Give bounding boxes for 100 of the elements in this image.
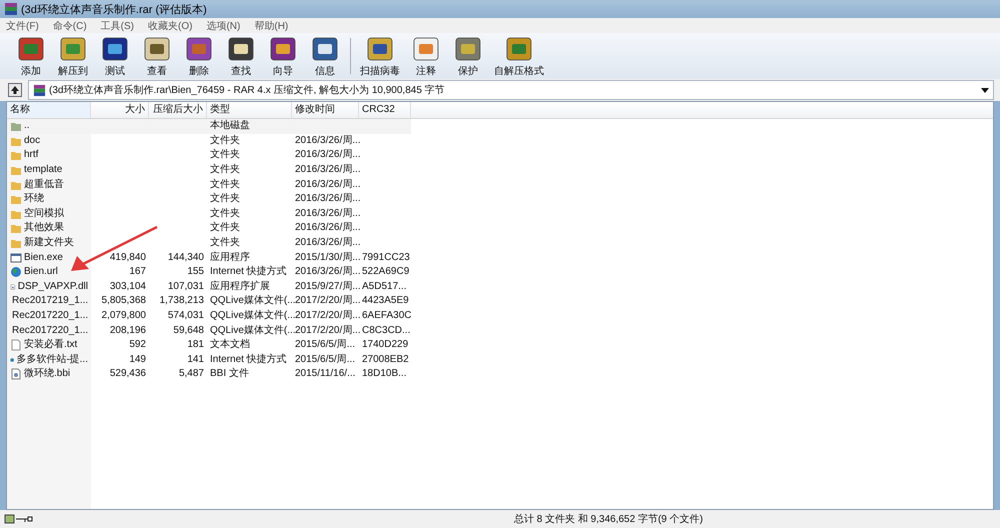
folder-icon — [10, 120, 22, 132]
globe-icon — [10, 266, 22, 278]
table-cell-text: 应用程序扩展 — [209, 280, 271, 294]
table-cell: 安装必看.txt — [7, 338, 91, 352]
toolbar-button[interactable]: 保护 — [449, 34, 487, 78]
table-cell: .. — [7, 119, 91, 134]
table-cell-text: 529,436 — [108, 367, 147, 382]
folder-icon — [10, 149, 22, 162]
toolbar-button[interactable]: 查找 — [222, 34, 260, 78]
table-cell-text: 文件夹 — [209, 192, 241, 206]
table-cell-text: 592 — [128, 338, 147, 352]
window-title: (3d环绕立体声音乐制作.rar (评估版本) — [21, 2, 207, 16]
table-cell: 微环绕.bbi — [7, 367, 91, 382]
table-cell-text: 1740D229 — [361, 338, 410, 352]
table-cell-text: 59,648 — [172, 324, 205, 338]
table-cell-text: 27008EB2 — [361, 352, 410, 367]
dropdown-icon — [981, 88, 989, 92]
menu-item[interactable]: 工具(S) — [100, 18, 134, 32]
path-field[interactable]: (3d环绕立体声音乐制作.rar\Bien_76459 - RAR 4.x 压缩文件, 解包大小为 10,900,845 字节 — [28, 80, 994, 100]
table-cell: 环绕 — [7, 192, 91, 207]
table-cell-text: 522A69C9 — [361, 265, 410, 280]
menu-item[interactable]: 帮助(H) — [254, 18, 288, 32]
menu-item[interactable]: 命令(C) — [52, 18, 87, 32]
table-cell-text: 本地磁盘 — [209, 119, 251, 134]
table-cell-text: 149 — [128, 352, 147, 367]
archive-icon — [4, 2, 18, 16]
table-cell-text: Rec2017220_1... — [11, 309, 90, 324]
table-cell-text: 303,104 — [108, 280, 147, 294]
table-cell-text: 2016/3/26/周... — [294, 236, 359, 250]
table-cell-text: 2016/3/26/周... — [294, 221, 359, 236]
table-cell-text: 文件夹 — [209, 162, 241, 178]
folder-icon — [10, 193, 22, 206]
table-cell-text: 文件夹 — [209, 206, 241, 221]
table-cell-text: 155 — [186, 265, 205, 280]
table-cell-text: 2016/3/26/周... — [294, 163, 359, 178]
menu-item[interactable]: 文件(F) — [6, 18, 39, 32]
toolbar-button[interactable]: 查看 — [138, 34, 176, 78]
file-icon — [10, 368, 22, 380]
table-cell-text: 1,738,213 — [158, 294, 205, 308]
toolbar-button[interactable]: 测试 — [96, 34, 134, 78]
column-header[interactable]: 修改时间 — [292, 102, 359, 118]
table-cell-text: 6AEFA30C — [361, 309, 411, 324]
table-cell: 多多软件站-提... — [7, 352, 91, 368]
table-cell: DSP_VAPXP.dll — [7, 280, 91, 294]
table-cell: 新建文件夹 — [7, 236, 91, 250]
column-header[interactable]: 类型 — [207, 102, 292, 118]
file-icon — [10, 339, 22, 352]
folder-icon — [10, 164, 22, 176]
table-cell-text: 2016/3/26/周... — [294, 148, 359, 162]
column-header[interactable]: 压缩后大小 — [149, 102, 207, 118]
up-folder-button[interactable] — [8, 83, 22, 97]
table-cell: doc — [7, 134, 91, 148]
table-cell-text: 文件夹 — [209, 134, 241, 148]
table-cell-text: 2016/3/26/周... — [294, 134, 359, 148]
toolbar-button[interactable]: 向导 — [264, 34, 302, 78]
archive-icon — [33, 84, 46, 96]
menu-item[interactable]: 选项(N) — [206, 18, 240, 32]
table-cell-text: 文件夹 — [209, 148, 241, 162]
table-cell-text: 181 — [186, 338, 205, 352]
table-cell-text: 2015/6/5/周... — [294, 338, 356, 352]
table-cell: 超重低音 — [7, 177, 91, 192]
column-header[interactable]: 名称 — [7, 102, 91, 118]
column-header[interactable]: CRC32 — [359, 102, 411, 118]
table-cell-text: 144,340 — [166, 250, 205, 265]
toolbar-button[interactable]: 扫描病毒 — [357, 34, 403, 78]
table-cell-text: 141 — [186, 352, 205, 367]
table-cell-text: 应用程序 — [209, 250, 251, 265]
table-cell-text: BBI 文件 — [209, 367, 250, 382]
table-cell: Bien.exe — [7, 250, 91, 265]
menu-item[interactable]: 收藏夹(O) — [148, 18, 192, 32]
table-cell-text: 5,487 — [178, 367, 205, 382]
table-cell-text: 2015/11/16/... — [294, 367, 356, 382]
table-cell-text: 2015/6/5/周... — [294, 352, 356, 367]
table-cell-text: 2015/9/27/周... — [294, 280, 359, 294]
folder-icon — [10, 237, 22, 250]
toolbar-button[interactable]: 删除 — [180, 34, 218, 78]
table-cell-text: 文件夹 — [209, 236, 241, 250]
toolbar-button[interactable]: 解压到 — [54, 34, 92, 78]
table-cell-text: 167 — [128, 265, 147, 280]
table-cell-text: 2016/3/26/周... — [294, 192, 359, 206]
table-cell-text: 4423A5E9 — [361, 294, 410, 308]
table-cell: hrtf — [7, 148, 91, 163]
table-cell: 其他效果 — [7, 221, 91, 236]
toolbar-button[interactable]: 自解压格式 — [491, 34, 547, 78]
toolbar-button[interactable]: 信息 — [306, 34, 344, 78]
column-header[interactable]: 大小 — [91, 102, 149, 118]
table-cell-text: C8C3CD... — [361, 324, 411, 338]
table-cell: 空间模拟 — [7, 206, 91, 222]
table-cell-text: 574,031 — [166, 309, 205, 324]
table-cell: template — [7, 162, 91, 178]
toolbar-button[interactable]: 注释 — [407, 34, 445, 78]
table-cell-text: 107,031 — [166, 280, 205, 294]
table-cell-text: 文件夹 — [209, 221, 241, 236]
table-cell-text: 18D10B... — [361, 367, 408, 382]
toolbar-button[interactable]: 添加 — [12, 34, 50, 78]
table-cell-text: Internet 快捷方式 — [209, 264, 288, 280]
table-cell-text: 2015/1/30/周... — [294, 250, 359, 265]
table-cell-text: 5,805,368 — [100, 294, 147, 308]
table-cell-text: 2016/3/26/周... — [294, 178, 359, 192]
table-cell-text: 419,840 — [108, 250, 147, 265]
